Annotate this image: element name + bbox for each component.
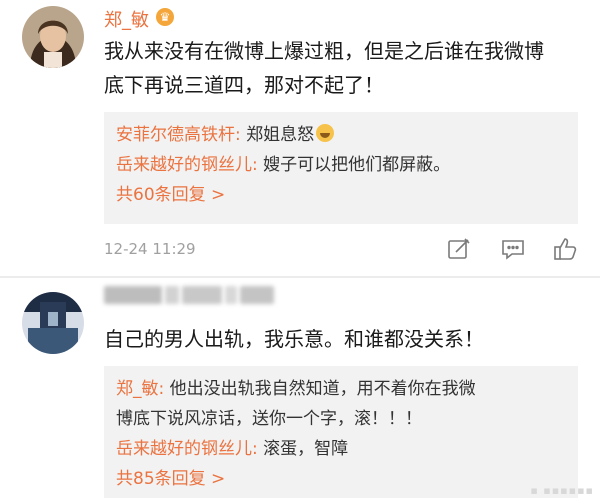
reply-item: 安菲尔德高铁杆: 郑姐息怒	[116, 120, 566, 150]
more-replies-link[interactable]: 共60条回复 >	[116, 180, 566, 210]
reply-item: 岳来越好的钢丝儿: 嫂子可以把他们都屏蔽。	[116, 150, 566, 180]
comment-item: 郑_敏 ♛ 我从来没有在微博上爆过粗，但是之后谁在我微博 底下再说三道四，那对不…	[0, 0, 600, 276]
reply-username[interactable]: 岳来越好的钢丝儿:	[116, 439, 258, 459]
username[interactable]: 郑_敏	[104, 6, 149, 32]
reply-username[interactable]: 安菲尔德高铁杆:	[116, 125, 241, 145]
comment-text-line: 我从来没有在微博上爆过粗，但是之后谁在我微博	[104, 39, 544, 63]
avatar[interactable]	[22, 292, 84, 354]
edit-icon[interactable]	[446, 236, 472, 262]
reply-item: 岳来越好的钢丝儿: 滚蛋，智障	[116, 434, 566, 464]
vip-badge-icon: ♛	[156, 8, 174, 26]
comment-text: 自己的男人出轨，我乐意。和谁都没关系！	[104, 322, 574, 356]
reply-box[interactable]: 安菲尔德高铁杆: 郑姐息怒 岳来越好的钢丝儿: 嫂子可以把他们都屏蔽。 共60条…	[104, 112, 578, 224]
comment-text-line: 自己的男人出轨，我乐意。和谁都没关系！	[104, 327, 484, 351]
reply-box[interactable]: 郑_敏: 他出没出轨我自然知道，用不着你在我微 博底下说风凉话，送你一个字，滚！…	[104, 366, 578, 498]
reply-text: 他出没出轨我自然知道，用不着你在我微	[164, 379, 476, 399]
reply-username[interactable]: 岳来越好的钢丝儿:	[116, 155, 258, 175]
comment-item: 自己的男人出轨，我乐意。和谁都没关系！ 郑_敏: 他出没出轨我自然知道，用不着你…	[0, 278, 600, 501]
more-replies-link[interactable]: 共85条回复 >	[116, 464, 566, 494]
reply-username[interactable]: 郑_敏:	[116, 379, 164, 399]
comment-footer: 12-24 11:29	[104, 236, 578, 264]
reply-text: 郑姐息怒	[240, 125, 315, 145]
reply-text: 嫂子可以把他们都屏蔽。	[257, 155, 451, 175]
thumbs-up-icon[interactable]	[552, 236, 578, 262]
reply-text: 滚蛋，智障	[257, 439, 349, 459]
comment-text-line: 底下再说三道四，那对不起了！	[104, 73, 384, 97]
avatar[interactable]	[22, 6, 84, 68]
reply-item: 郑_敏: 他出没出轨我自然知道，用不着你在我微 博底下说风凉话，送你一个字，滚！…	[116, 374, 566, 434]
comment-icon[interactable]	[500, 236, 526, 262]
comment-text: 我从来没有在微博上爆过粗，但是之后谁在我微博 底下再说三道四，那对不起了！	[104, 34, 574, 102]
laugh-emoji-icon	[316, 124, 335, 142]
timestamp: 12-24 11:29	[104, 240, 196, 258]
reply-text: 博底下说风凉话，送你一个字，滚！！！	[116, 409, 422, 429]
username-blurred[interactable]	[104, 286, 274, 304]
watermark: ▪ ▪▪▪▪▪▪	[530, 484, 594, 497]
